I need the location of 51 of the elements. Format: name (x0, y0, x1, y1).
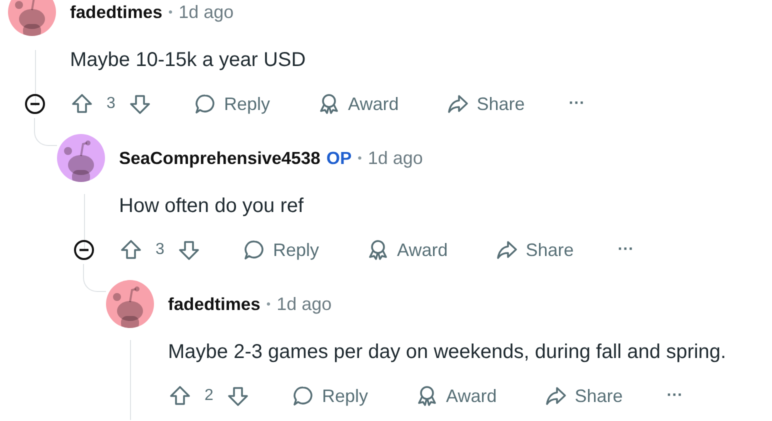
reply-button[interactable]: Reply (182, 84, 282, 124)
reply-icon (194, 93, 216, 115)
thread-line (34, 50, 36, 106)
username[interactable]: SeaComprehensive4538 (119, 148, 320, 168)
award-icon (318, 93, 340, 115)
share-button[interactable]: Share (434, 84, 537, 124)
reply-icon (292, 385, 314, 407)
more-button[interactable]: ··· (560, 84, 593, 124)
share-icon (544, 385, 567, 407)
share-icon (496, 239, 518, 261)
downvote-button[interactable] (177, 238, 201, 262)
share-button[interactable]: Share (484, 230, 586, 270)
username[interactable]: fadedtimes (168, 294, 260, 314)
more-button[interactable]: ··· (610, 230, 642, 270)
vote-count: 2 (204, 387, 214, 405)
collapse-button[interactable] (24, 93, 46, 115)
username[interactable]: fadedtimes (70, 2, 162, 22)
connector-line (34, 118, 57, 146)
comment-text: How often do you ref (119, 194, 305, 218)
share-button[interactable]: Share (532, 376, 635, 416)
upvote-button[interactable] (119, 238, 143, 262)
op-label: OP (326, 148, 352, 168)
more-button[interactable]: ··· (658, 376, 691, 416)
avatar[interactable] (106, 280, 154, 328)
vote-count: 3 (154, 241, 166, 259)
upvote-button[interactable] (70, 92, 94, 116)
reply-button[interactable]: Reply (280, 376, 380, 416)
reply-icon (243, 239, 265, 261)
collapse-button[interactable] (73, 239, 95, 261)
award-button[interactable]: Award (306, 84, 411, 124)
separator-dot: • (266, 297, 271, 311)
timestamp: 1d ago (276, 294, 332, 314)
downvote-button[interactable] (226, 384, 250, 408)
vote-count: 3 (106, 95, 116, 113)
comment-text: Maybe 2-3 games per day on weekends, during fall and spring. (168, 340, 728, 364)
comment-text: Maybe 10-15k a year USD (70, 48, 307, 72)
award-button[interactable]: Award (355, 230, 460, 270)
separator-dot: • (358, 151, 362, 165)
timestamp: 1d ago (368, 148, 423, 168)
avatar[interactable] (57, 134, 105, 182)
connector-line (83, 264, 106, 292)
award-button[interactable]: Award (404, 376, 509, 416)
award-icon (416, 385, 438, 407)
award-icon (367, 239, 390, 261)
reply-button[interactable]: Reply (231, 230, 332, 270)
downvote-button[interactable] (128, 92, 152, 116)
timestamp: 1d ago (178, 2, 234, 22)
upvote-button[interactable] (168, 384, 192, 408)
avatar[interactable] (8, 0, 56, 36)
share-icon (446, 93, 469, 115)
separator-dot: • (168, 5, 173, 19)
